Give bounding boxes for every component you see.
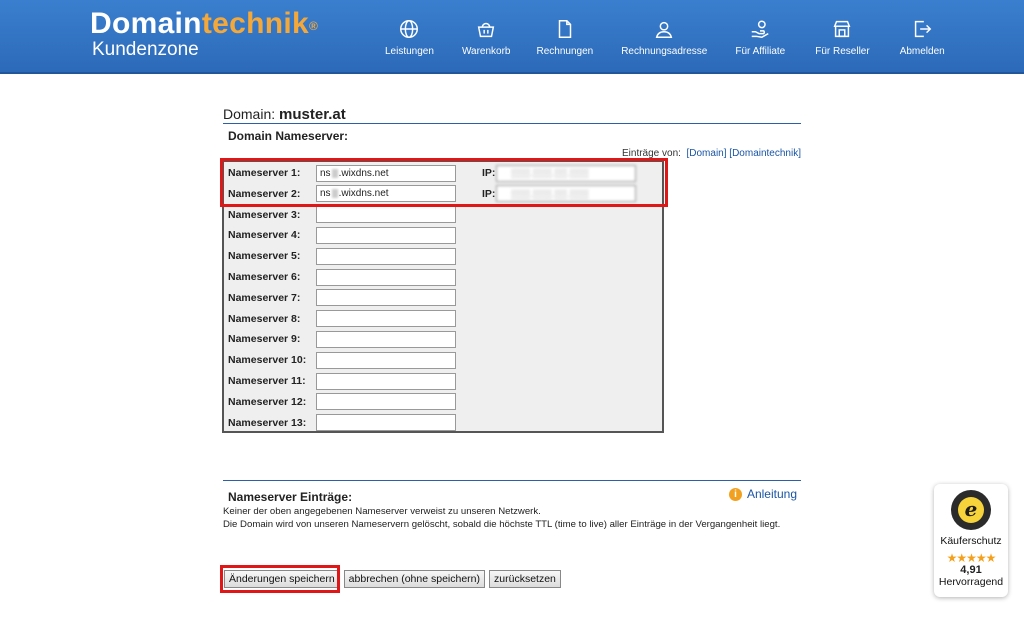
nav-reseller[interactable]: Für Reseller [815,18,870,57]
domain-prefix: Domain: [223,106,276,122]
nameserver-row: Nameserver 11: [228,372,456,390]
help-text: Keiner der oben angegebenen Nameserver v… [223,505,780,531]
nameserver-input[interactable] [316,351,456,369]
domain-name: muster.at [279,106,346,123]
nameserver-row: Nameserver 8: [228,310,456,328]
nameserver-input[interactable] [316,393,456,411]
store-icon [834,20,851,38]
trusted-shops-badge[interactable]: e Käuferschutz ★★★★★ 4,91 Hervorragend [934,484,1008,597]
nameserver-input[interactable] [316,247,456,265]
cancel-button[interactable]: abbrechen (ohne speichern) [343,570,486,588]
logo-subtitle: Kundenzone [92,39,199,60]
nameserver-input[interactable] [316,310,456,328]
nameserver-input[interactable] [316,206,456,224]
nav-affiliate[interactable]: Für Affiliate [735,18,785,57]
nameserver-input[interactable] [316,330,456,348]
nav-abmelden[interactable]: Abmelden [900,18,945,57]
nav-rechnungen[interactable]: Rechnungen [536,18,593,57]
nameserver-input[interactable] [316,268,456,286]
nameserver-input[interactable] [316,289,456,307]
nameserver-label: Nameserver 13: [228,416,307,429]
nav-rechnungsadresse[interactable]: Rechnungsadresse [621,18,707,57]
top-header: Domaintechnik® Kundenzone Leistungen War… [0,0,1024,74]
reset-button[interactable]: zurücksetzen [489,570,561,588]
nameserver-entries-heading: Nameserver Einträge: [228,490,353,504]
entries-link-domain[interactable]: [Domain] [687,148,727,159]
nameserver-label: Nameserver 12: [228,395,307,408]
highlight-frame-nameservers [220,158,668,207]
nameserver-label: Nameserver 4: [228,229,301,242]
nameserver-row: Nameserver 12: [228,393,456,411]
nameserver-label: Nameserver 11: [228,375,306,387]
info-icon: i [728,487,742,501]
anleitung-link[interactable]: i Anleitung [728,487,797,501]
entries-link-domaintechnik[interactable]: [Domaintechnik] [729,148,801,159]
document-icon [558,20,572,38]
domain-title: Domain: muster.at [223,106,801,124]
nameserver-label: Nameserver 5: [228,250,301,263]
rating-word: Hervorragend [938,576,1004,588]
nav-leistungen[interactable]: Leistungen [385,18,434,57]
nameserver-label: Nameserver 7: [228,291,301,304]
hand-coin-icon [752,20,769,39]
nameserver-row: Nameserver 6: [228,268,456,286]
nameserver-label: Nameserver 9: [228,333,301,346]
logo-wordmark: Domaintechnik® [90,7,319,40]
globe-icon [400,20,419,38]
rating-score: 4,91 [960,564,982,576]
nameserver-row: Nameserver 7: [228,289,456,307]
basket-icon [477,22,495,38]
section-label: Domain Nameserver: [228,129,349,143]
nav-warenkorb[interactable]: Warenkorb [462,18,510,57]
nameserver-row: Nameserver 4: [228,226,456,244]
nameserver-row: Nameserver 5: [228,247,456,265]
rating-stars: ★★★★★ [946,551,997,565]
logo[interactable]: Domaintechnik® Kundenzone [90,8,318,60]
nameserver-entries-section: Nameserver Einträge: i Anleitung [223,480,801,506]
nameserver-input[interactable] [316,226,456,244]
user-icon [656,21,673,38]
main-nav: Leistungen Warenkorb Rechnungen Rechnung… [372,18,945,57]
nameserver-row: Nameserver 13: [228,414,456,432]
nameserver-label: Nameserver 8: [228,312,301,325]
nameserver-label: Nameserver 3: [228,208,301,221]
help-line-2: Die Domain wird von unseren Nameservern … [223,519,781,530]
nameserver-input[interactable] [316,372,456,390]
nameserver-row: Nameserver 10: [228,351,456,369]
trusted-shops-seal-icon: e [951,490,991,530]
nameserver-input[interactable] [316,414,456,432]
logout-icon [915,20,932,38]
nameserver-label: Nameserver 10: [228,354,307,367]
help-line-1: Keiner der oben angegebenen Nameserver v… [223,506,541,517]
nameserver-row: Nameserver 9: [228,330,456,348]
nameserver-label: Nameserver 6: [228,271,301,283]
badge-title: Käuferschutz [940,535,1002,547]
highlight-frame-save [220,565,340,593]
nameserver-row: Nameserver 3: [228,206,456,224]
